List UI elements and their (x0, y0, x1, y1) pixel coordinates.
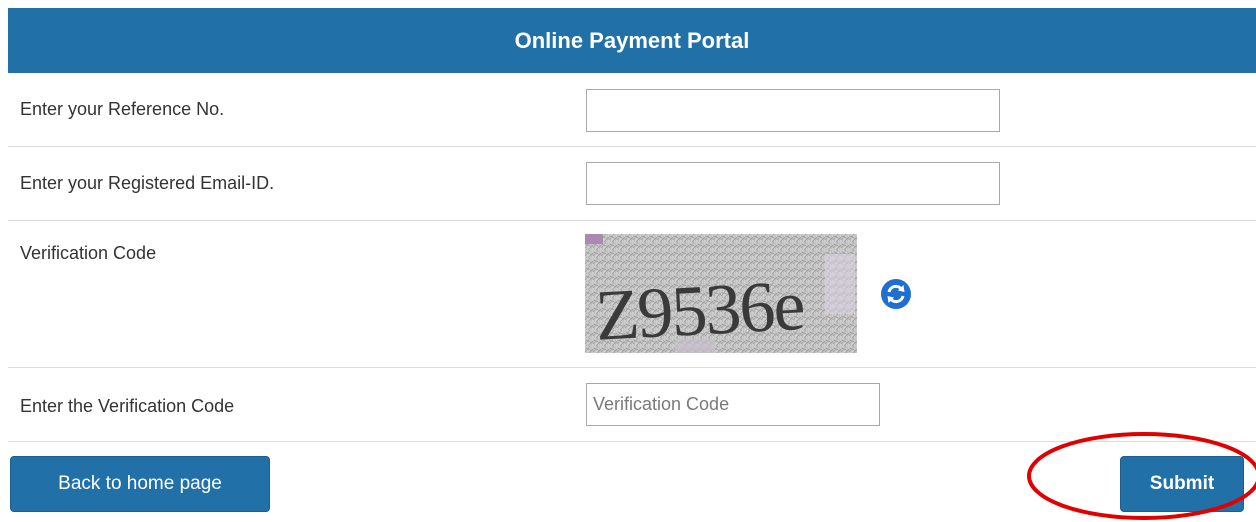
submit-button-label: Submit (1149, 473, 1215, 494)
back-button-label: Back to home page (58, 473, 222, 494)
portal-title: Online Payment Portal (514, 27, 750, 53)
reference-input[interactable] (586, 89, 1000, 132)
email-input[interactable] (586, 162, 1000, 205)
reference-label: Enter your Reference No. (20, 99, 225, 119)
portal-header: Online Payment Portal (8, 8, 1256, 73)
email-label: Enter your Registered Email-ID. (20, 173, 275, 193)
payment-portal-form: Online Payment Portal Enter your Referen… (8, 8, 1256, 522)
enter-code-label: Enter the Verification Code (20, 396, 235, 416)
verification-code-input[interactable] (586, 383, 880, 426)
submit-button[interactable]: Submit (1120, 456, 1244, 512)
captcha-text: Z9536e (593, 265, 805, 353)
verification-label: Verification Code (20, 243, 157, 263)
back-to-home-button[interactable]: Back to home page (10, 456, 270, 512)
captcha-image: Z9536e (585, 234, 857, 353)
refresh-icon[interactable] (880, 278, 912, 310)
